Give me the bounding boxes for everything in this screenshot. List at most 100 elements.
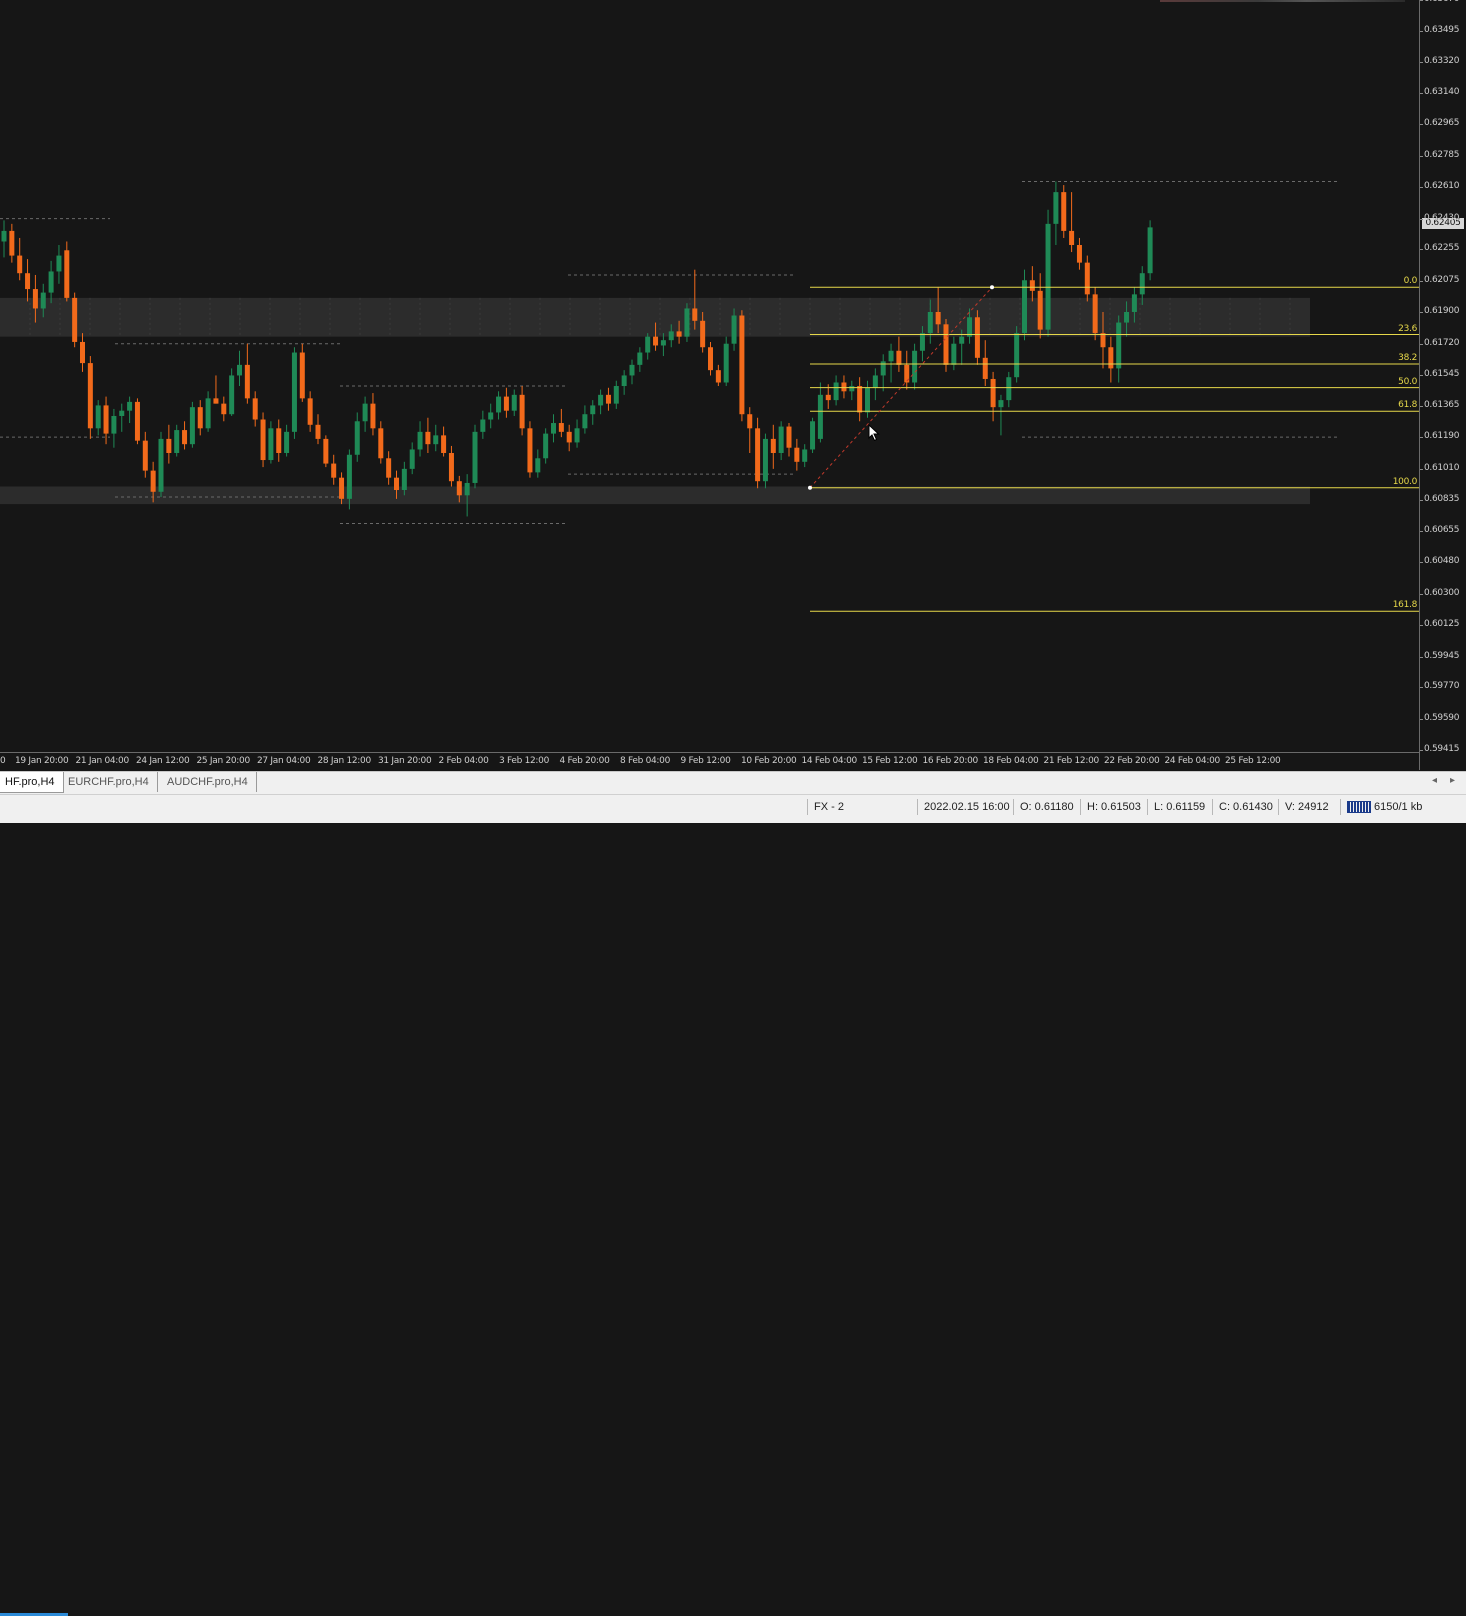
price-tick-label: 0.59770 <box>1424 681 1460 692</box>
fib-level-label: 61.8 <box>1398 400 1417 411</box>
tab-scroll-left-icon[interactable]: ◂ <box>1432 775 1437 786</box>
time-tick-label: 0 <box>0 756 6 766</box>
candle-body <box>205 398 211 429</box>
candle-body <box>582 414 588 429</box>
candle-body <box>197 407 203 429</box>
price-tick-mark <box>1420 406 1423 408</box>
status-traffic[interactable]: 6150/1 kb <box>1340 799 1422 815</box>
candle-body <box>543 433 549 459</box>
candle-body <box>56 255 62 272</box>
time-tick-label: 24 Feb 04:00 <box>1164 756 1221 766</box>
tab-eurchf-pro-h4[interactable]: EURCHF.pro,H4 <box>60 772 158 792</box>
candle-body <box>174 430 180 453</box>
status-traffic-label: 6150/1 kb <box>1374 801 1423 813</box>
candle-body <box>1116 322 1122 369</box>
candle-body <box>794 447 800 462</box>
candle-body <box>111 415 117 434</box>
candle-body <box>244 364 250 399</box>
fib-anchor-point <box>808 485 812 490</box>
candle-body <box>551 423 556 434</box>
status-datetime: 2022.02.15 16:00 <box>917 799 1010 815</box>
tab-scroll-right-icon[interactable]: ▸ <box>1450 775 1455 786</box>
candle-body <box>755 428 761 482</box>
candle-body <box>959 336 965 344</box>
candle-body <box>700 320 706 348</box>
candle-body <box>1037 290 1043 330</box>
sr-zone <box>0 486 1310 505</box>
price-tick-label: 0.61720 <box>1424 337 1460 348</box>
candle-body <box>496 396 502 413</box>
candle-body <box>1124 311 1130 323</box>
price-tick-mark <box>1420 656 1423 658</box>
candle-body <box>598 394 604 406</box>
chart-tab-bar: HF.pro,H4 EURCHF.pro,H4 AUDCHF.pro,H4 ◂ … <box>0 771 1466 795</box>
candle-body <box>48 271 54 293</box>
price-tick-label: 0.63320 <box>1424 55 1460 66</box>
price-tick-label: 0.61010 <box>1424 462 1460 473</box>
candle-body <box>229 375 235 415</box>
candle-body <box>919 333 925 351</box>
status-profile[interactable]: FX - 2 <box>807 799 844 815</box>
time-axis[interactable]: 0 19 Jan 20:00 21 Jan 04:00 24 Jan 12:00 25 … <box>0 752 1419 771</box>
price-tick-mark <box>1420 499 1423 501</box>
candle-body <box>1029 280 1035 291</box>
time-tick-label: 4 Feb 20:00 <box>559 756 610 766</box>
candle-body <box>1022 280 1027 334</box>
candle-body <box>394 477 399 491</box>
price-tick-mark <box>1420 249 1423 251</box>
candle-body <box>40 292 46 309</box>
fib-level-label: 38.2 <box>1398 352 1417 363</box>
price-tick-mark <box>1420 562 1423 564</box>
status-open: O: 0.61180 <box>1013 799 1074 815</box>
tab-audchf-pro-h4[interactable]: AUDCHF.pro,H4 <box>159 772 257 792</box>
status-high: H: 0.61503 <box>1080 799 1141 815</box>
candle-body <box>1045 223 1051 330</box>
candle-body <box>739 315 745 415</box>
status-low: L: 0.61159 <box>1147 799 1205 815</box>
time-tick-label: 25 Jan 20:00 <box>196 756 251 766</box>
price-tick-mark <box>1420 30 1423 32</box>
candle-body <box>927 311 933 334</box>
candle-body <box>150 470 156 492</box>
candle-body <box>72 297 78 342</box>
candle-body <box>25 273 31 290</box>
candle-body <box>747 414 753 429</box>
candle-body <box>982 357 988 379</box>
price-tick-mark <box>1420 750 1423 751</box>
candle-body <box>503 396 509 411</box>
candle-body <box>590 405 596 415</box>
time-tick-label: 27 Jan 04:00 <box>257 756 311 766</box>
candle-body <box>488 412 494 420</box>
fib-level-label: 100.0 <box>1392 476 1418 487</box>
candle-body <box>605 394 611 404</box>
candle-body <box>708 347 713 371</box>
candle-body <box>268 428 274 461</box>
price-tick-mark <box>1420 93 1423 95</box>
candle-body <box>967 317 973 337</box>
candlestick-chart[interactable] <box>0 0 1419 752</box>
tab-hf-pro-h4[interactable]: HF.pro,H4 <box>0 772 64 793</box>
chart-area[interactable] <box>0 0 1419 752</box>
time-tick-label: 14 Feb 04:00 <box>801 756 858 766</box>
price-tick-label: 0.63670 <box>1424 0 1459 4</box>
price-tick-mark <box>1420 124 1423 126</box>
price-tick-mark <box>1420 343 1423 345</box>
price-tick-label: 0.62610 <box>1424 180 1460 191</box>
price-tick-label: 0.62965 <box>1424 118 1460 129</box>
candle-body <box>433 435 439 445</box>
candle-body <box>715 370 721 383</box>
time-tick-label: 10 Feb 20:00 <box>741 756 797 766</box>
price-axis[interactable]: 0.62405 0.636700.634950.633200.631400.62… <box>1419 0 1466 770</box>
time-tick-label: 28 Jan 12:00 <box>317 756 372 766</box>
candle-body <box>762 438 768 482</box>
candle-body <box>346 454 352 499</box>
price-tick-label: 0.61900 <box>1424 305 1460 316</box>
time-tick-label: 22 Feb 20:00 <box>1104 756 1160 766</box>
candle-body <box>849 386 855 392</box>
candle-body <box>331 463 337 478</box>
candle-body <box>668 331 674 341</box>
price-tick-label: 0.61190 <box>1424 431 1460 442</box>
candle-body <box>315 424 321 439</box>
candle-body <box>653 336 659 346</box>
candle-body <box>613 386 619 404</box>
